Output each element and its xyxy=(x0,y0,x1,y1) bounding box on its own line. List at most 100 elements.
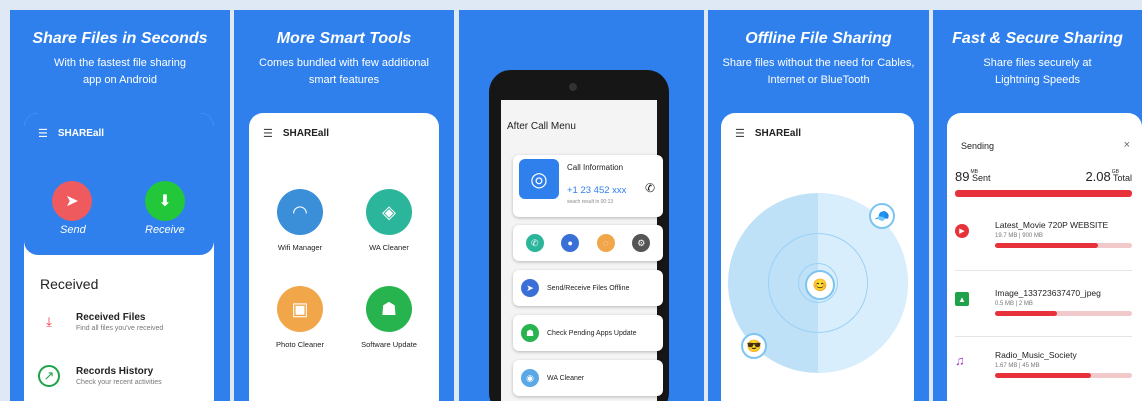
tool-label: Photo Cleaner xyxy=(276,340,324,349)
send-button[interactable]: ➤ xyxy=(52,181,92,221)
sending-label: Sending xyxy=(961,141,995,151)
music-note-icon: ♫ xyxy=(955,353,965,368)
menu-icon[interactable]: ☰ xyxy=(38,127,48,140)
panel-title: Fast & Secure Sharing xyxy=(952,30,1123,47)
call-info-card[interactable]: ◎ Call Information +1 23 452 xxx seach r… xyxy=(513,155,663,217)
overall-progress-bar xyxy=(955,190,1132,197)
send-receive-header: ☰ SHAREall ➤ Send ⬇ Receive xyxy=(24,113,214,255)
subtitle-line: Share files securely at xyxy=(983,57,1092,69)
total-value: 2.08 xyxy=(1085,169,1111,184)
quick-actions-row: ✆ ● ◌ ⚙ xyxy=(513,225,663,261)
peer-avatar-icon[interactable]: 🧢 xyxy=(869,203,895,229)
app-bar: ☰ SHAREall xyxy=(721,113,914,153)
peer-avatar-icon[interactable]: 😎 xyxy=(741,333,767,359)
divider xyxy=(955,336,1132,337)
menu-icon[interactable]: ☰ xyxy=(735,127,745,140)
subtitle-line: app on Android xyxy=(82,74,157,86)
action-pending-updates[interactable]: ☗ Check Pending Apps Update xyxy=(513,315,663,351)
action-wa-cleaner[interactable]: ◉ WA Cleaner xyxy=(513,360,663,396)
file-size: 19.7 MB | 900 MB xyxy=(995,233,1043,239)
app-name: SHAREall xyxy=(282,127,329,139)
self-avatar-icon: 😊 xyxy=(805,270,835,300)
panel-offline-sharing: Offline File Sharing Share files without… xyxy=(708,10,929,401)
app-bar: ☰ SHAREall xyxy=(24,113,214,153)
app-name: SHAREall xyxy=(57,127,104,139)
received-files-item[interactable]: ⤓ Received Files Find all files you've r… xyxy=(38,311,163,333)
receive-label: Receive xyxy=(145,224,185,236)
phone-card: ☰ SHAREall 😊 🧢 😎 xyxy=(721,113,914,401)
tool-software-update[interactable]: ☗ Software Update xyxy=(344,286,434,349)
panel-after-call: After Call Menu ◎ Call Information +1 23… xyxy=(459,10,704,401)
call-icon[interactable]: ✆ xyxy=(525,234,544,252)
divider xyxy=(955,270,1132,271)
file-progress-fill xyxy=(995,243,1098,248)
subtitle-line: Comes bundled with few additional xyxy=(259,57,429,69)
subtitle-line: smart features xyxy=(308,74,380,86)
file-name: Image_133723637470_jpeg xyxy=(995,288,1101,298)
phone-card: Sending × 89MBSent 2.08GBTotal ▶ Latest_… xyxy=(947,113,1142,401)
item-title: Records History xyxy=(76,366,154,377)
file-size: 1.67 MB | 45 MB xyxy=(995,363,1040,369)
wifi-icon: ◠ xyxy=(277,189,323,235)
receive-button[interactable]: ⬇ xyxy=(145,181,185,221)
android-icon: ☗ xyxy=(366,286,412,332)
close-icon[interactable]: × xyxy=(1124,139,1130,151)
action-send-receive[interactable]: ➤ Send/Receive Files Offline xyxy=(513,270,663,306)
sent-value: 89 xyxy=(955,169,970,184)
phone-call-icon[interactable]: ✆ xyxy=(645,181,655,195)
item-subtitle: Check your recent activities xyxy=(76,379,162,386)
panel-subtitle: With the fastest file sharing app on And… xyxy=(20,55,220,89)
panel-subtitle: Share files without the need for Cables,… xyxy=(718,55,919,89)
phone-card: ☰ SHAREall ◠ Wifi Manager ◈ WA Cleaner ▣… xyxy=(249,113,439,401)
action-label: Check Pending Apps Update xyxy=(547,329,637,337)
screenshot-strip: Share Files in Seconds With the fastest … xyxy=(0,0,1142,401)
paper-plane-icon: ➤ xyxy=(65,193,79,210)
total-text: Total xyxy=(1112,173,1132,183)
file-size: 0.5 MB | 2 MB xyxy=(995,301,1033,307)
tool-wifi-manager[interactable]: ◠ Wifi Manager xyxy=(255,189,345,252)
file-progress-bar xyxy=(995,311,1132,316)
photo-icon: ▣ xyxy=(277,286,323,332)
panel-secure-sharing: Fast & Secure Sharing Share files secure… xyxy=(933,10,1142,401)
panel-title: Offline File Sharing xyxy=(745,30,892,47)
action-label: Send/Receive Files Offline xyxy=(547,284,630,292)
file-progress-fill xyxy=(995,311,1057,316)
tool-wa-cleaner[interactable]: ◈ WA Cleaner xyxy=(344,189,434,252)
file-name: Radio_Music_Society xyxy=(995,350,1077,360)
tool-label: Wifi Manager xyxy=(277,243,323,252)
tool-photo-cleaner[interactable]: ▣ Photo Cleaner xyxy=(255,286,345,349)
message-icon[interactable]: ◌ xyxy=(596,234,615,252)
send-label: Send xyxy=(60,224,86,236)
download-icon: ⬇ xyxy=(158,193,172,210)
sent-text: Sent xyxy=(971,173,991,183)
paper-plane-icon: ➤ xyxy=(521,279,539,297)
image-icon: ▲ xyxy=(955,292,969,306)
search-result-text: seach result in 00:13 xyxy=(567,199,614,205)
total-stat: 2.08GBTotal xyxy=(1085,169,1132,184)
panel-title: More Smart Tools xyxy=(276,30,412,47)
panel-share-files: Share Files in Seconds With the fastest … xyxy=(10,10,230,401)
records-history-item[interactable]: ↗ Records History Check your recent acti… xyxy=(38,365,162,387)
phone-card: ☰ SHAREall ➤ Send ⬇ Receive Received ⤓ R… xyxy=(24,113,214,401)
phone-frame: After Call Menu ◎ Call Information +1 23… xyxy=(489,70,669,401)
subtitle-line: With the fastest file sharing xyxy=(53,57,187,69)
menu-icon[interactable]: ☰ xyxy=(263,127,273,140)
app-name: SHAREall xyxy=(754,127,801,139)
subtitle-line: Share files without the need for Cables, xyxy=(722,57,915,69)
tool-label: Software Update xyxy=(361,340,417,349)
item-title: Received Files xyxy=(76,312,146,323)
sent-stat: 89MBSent xyxy=(955,169,990,184)
after-call-header: After Call Menu xyxy=(507,121,576,132)
file-progress-fill xyxy=(995,373,1091,378)
settings-gear-icon[interactable]: ⚙ xyxy=(632,234,651,252)
file-progress-bar xyxy=(995,243,1132,248)
contact-icon[interactable]: ● xyxy=(561,234,580,252)
subtitle-line: Lightning Speeds xyxy=(994,74,1080,86)
call-info-label: Call Information xyxy=(567,163,624,172)
action-label: WA Cleaner xyxy=(547,374,585,382)
panel-smart-tools: More Smart Tools Comes bundled with few … xyxy=(234,10,454,401)
item-subtitle: Find all files you've received xyxy=(76,325,164,332)
android-icon: ☗ xyxy=(521,324,539,342)
panel-subtitle: Share files securely at Lightning Speeds xyxy=(943,55,1132,89)
download-tray-icon: ⤓ xyxy=(46,314,52,329)
